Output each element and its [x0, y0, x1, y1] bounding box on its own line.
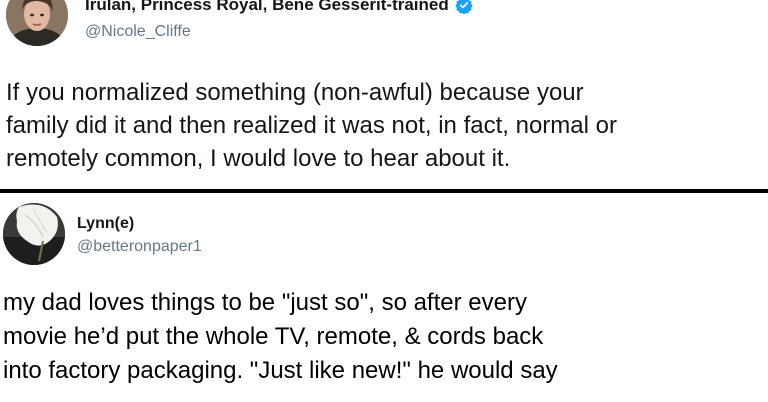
tweet-text: my dad loves things to be "just so", so … — [3, 286, 765, 388]
flower-avatar-icon — [3, 203, 65, 265]
avatar[interactable] — [3, 203, 65, 265]
tweet-text-line: into factory packaging. "Just like new!"… — [3, 357, 558, 384]
tweet-text-line: movie he’d put the whole TV, remote, & c… — [3, 323, 544, 350]
verified-badge-icon — [455, 0, 473, 14]
tweet-nicole-cliffe: Irulan, Princess Royal, Bene Gesserit-tr… — [0, 0, 768, 190]
tweet-text-line: If you normalized something (non-awful) … — [6, 79, 584, 106]
avatar[interactable] — [6, 0, 68, 46]
handle[interactable]: @Nicole_Cliffe — [85, 23, 191, 41]
display-name[interactable]: Lynn(e) — [77, 215, 134, 233]
display-name-text: Irulan, Princess Royal, Bene Gesserit-tr… — [85, 0, 449, 14]
tweet-text-line: family did it and then realized it was n… — [6, 112, 617, 139]
tweet-text-line: my dad loves things to be "just so", so … — [3, 289, 527, 316]
tweet-betteronpaper1: Lynn(e) @betteronpaper1 my dad loves thi… — [0, 193, 768, 402]
tweet-text-line: remotely common, I would love to hear ab… — [6, 145, 511, 172]
display-name[interactable]: Irulan, Princess Royal, Bene Gesserit-tr… — [85, 0, 473, 15]
tweet-text: If you normalized something (non-awful) … — [6, 76, 766, 175]
avatar-photo-icon — [6, 0, 68, 46]
handle[interactable]: @betteronpaper1 — [77, 238, 202, 256]
